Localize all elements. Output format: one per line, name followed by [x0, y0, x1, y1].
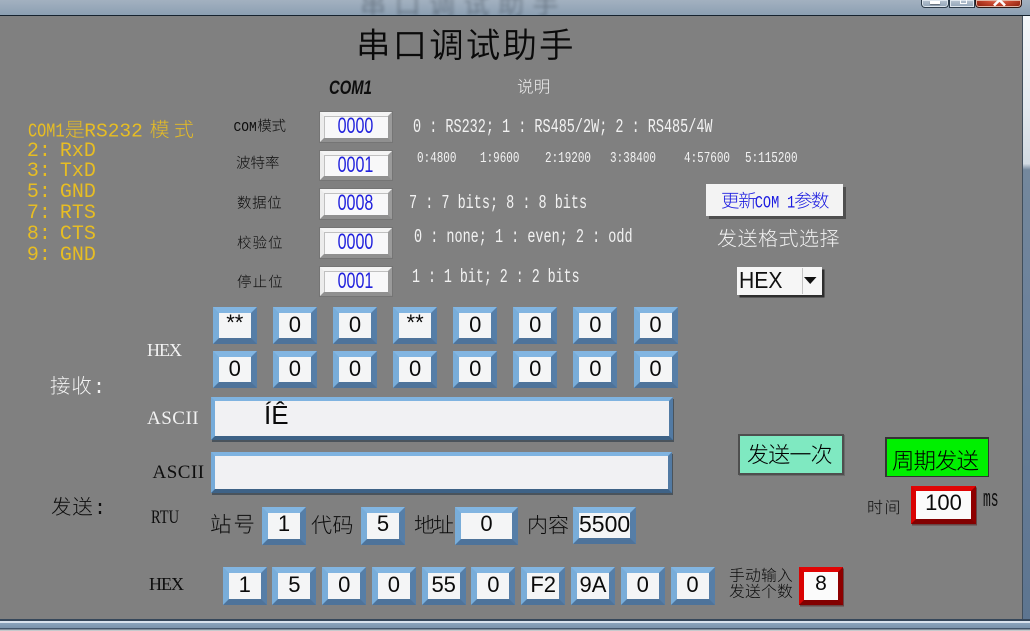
- svg-text:COM: COM: [234, 120, 257, 136]
- svg-text:1: 1: [787, 193, 795, 213]
- svg-text::: :: [93, 377, 105, 400]
- svg-text:RS232: RS232: [84, 120, 143, 142]
- svg-text:COM: COM: [754, 193, 779, 213]
- svg-text::: :: [94, 498, 106, 521]
